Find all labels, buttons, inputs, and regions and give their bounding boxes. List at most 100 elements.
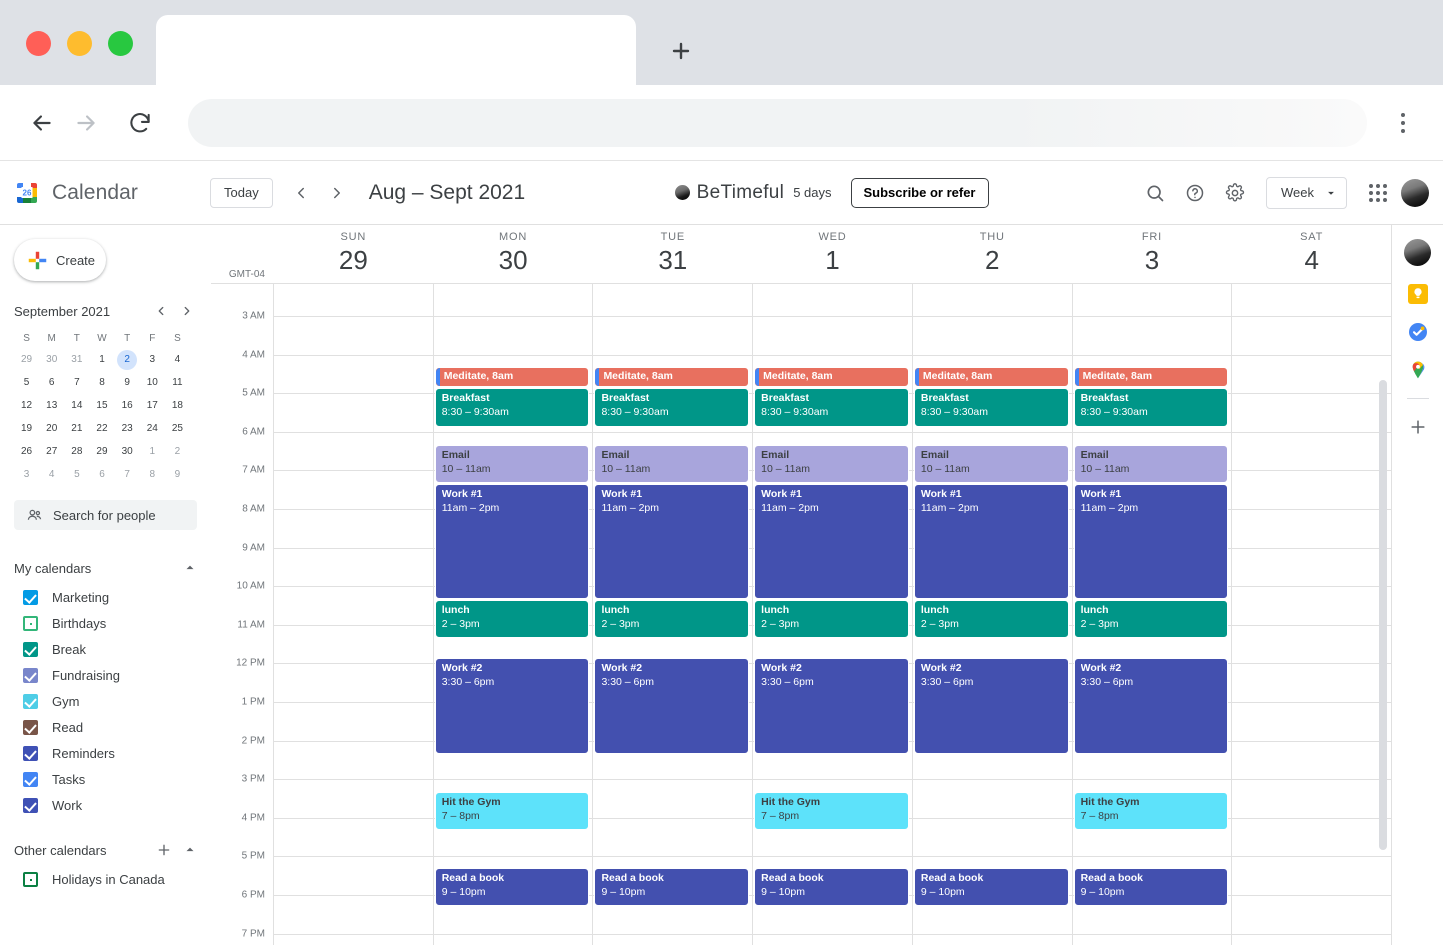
avatar[interactable] (1400, 178, 1429, 207)
calendar-item-fundraising[interactable]: Fundraising (0, 662, 211, 688)
calendar-item-read[interactable]: Read (0, 714, 211, 740)
mini-day-cell[interactable]: 21 (64, 417, 89, 440)
calendar-scroll-area[interactable]: 3 AM 4 AM 5 AM 6 AM 7 AM 8 AM 9 AM 10 AM 11 AM 12… (211, 283, 1391, 945)
calendar-event[interactable]: Read a book 9 – 10pm (754, 868, 909, 906)
calendar-event[interactable]: Meditate, 8am (434, 367, 590, 387)
calendar-item-gym[interactable]: Gym (0, 688, 211, 714)
day-column-mon[interactable]: Meditate, 8am Breakfast 8:30 – 9:30am Email… (432, 284, 593, 945)
mini-day-cell[interactable]: 24 (140, 417, 165, 440)
day-column-tue[interactable]: Meditate, 8am Breakfast 8:30 – 9:30am Email… (592, 284, 753, 945)
chevron-up-icon[interactable] (179, 839, 201, 861)
add-addon-icon[interactable] (1408, 417, 1428, 442)
calendar-event[interactable]: lunch 2 – 3pm (434, 600, 590, 638)
calendar-checkbox[interactable] (23, 871, 38, 887)
mini-day-cell[interactable]: 28 (64, 440, 89, 463)
calendar-event[interactable]: Email 10 – 11am (434, 445, 590, 483)
avatar[interactable] (1404, 239, 1431, 266)
mini-day-cell[interactable]: 30 (115, 440, 140, 463)
mini-day-cell[interactable]: 13 (39, 394, 64, 417)
mini-day-cell[interactable]: 22 (89, 417, 114, 440)
calendar-checkbox[interactable] (23, 771, 38, 787)
google-maps-icon[interactable] (1408, 360, 1428, 380)
day-header-fri[interactable]: FRI 3 (1072, 225, 1232, 283)
calendar-event[interactable]: Read a book 9 – 10pm (434, 868, 590, 906)
mini-day-cell[interactable]: 6 (39, 371, 64, 394)
mini-day-cell[interactable]: 3 (14, 463, 39, 486)
apps-grid-icon[interactable] (1361, 176, 1395, 210)
calendar-event[interactable]: Work #2 3:30 – 6pm (1073, 658, 1229, 754)
google-keep-icon[interactable] (1407, 284, 1428, 304)
calendar-item-birthdays[interactable]: Birthdays (0, 610, 211, 636)
vertical-scrollbar[interactable] (1379, 380, 1387, 937)
calendar-event[interactable]: Meditate, 8am (913, 367, 1069, 387)
help-icon[interactable] (1178, 176, 1212, 210)
add-other-calendar-icon[interactable] (153, 839, 175, 861)
browser-tab[interactable] (156, 15, 636, 85)
calendar-event[interactable]: lunch 2 – 3pm (1073, 600, 1229, 638)
calendar-event[interactable]: Meditate, 8am (1073, 367, 1229, 387)
google-tasks-icon[interactable] (1408, 322, 1428, 342)
day-header-mon[interactable]: MON 30 (433, 225, 593, 283)
day-column-wed[interactable]: Meditate, 8am Breakfast 8:30 – 9:30am Email… (752, 284, 912, 945)
calendar-event[interactable]: Breakfast 8:30 – 9:30am (594, 388, 750, 427)
mini-day-cell[interactable]: 6 (89, 463, 114, 486)
calendar-item-marketing[interactable]: Marketing (0, 584, 211, 610)
day-header-sun[interactable]: SUN 29 (273, 225, 433, 283)
mini-day-cell[interactable]: 3 (140, 348, 165, 371)
search-icon[interactable] (1138, 176, 1172, 210)
calendar-event[interactable]: Work #1 11am – 2pm (594, 484, 750, 599)
day-column-fri[interactable]: Meditate, 8am Breakfast 8:30 – 9:30am Email… (1071, 284, 1232, 945)
calendar-checkbox[interactable] (23, 693, 38, 709)
calendar-checkbox[interactable] (23, 745, 38, 761)
mini-day-cell[interactable]: 29 (14, 348, 39, 371)
calendar-event[interactable]: Work #2 3:30 – 6pm (754, 658, 909, 754)
mini-day-cell[interactable]: 5 (14, 371, 39, 394)
scrollbar-thumb[interactable] (1379, 380, 1387, 850)
gear-icon[interactable] (1218, 176, 1252, 210)
calendar-event[interactable]: lunch 2 – 3pm (594, 600, 750, 638)
mini-day-cell[interactable]: 1 (89, 348, 114, 371)
minimize-window-button[interactable] (67, 31, 92, 56)
mini-day-cell[interactable]: 5 (64, 463, 89, 486)
other-calendars-header[interactable]: Other calendars (0, 834, 211, 866)
mini-day-cell[interactable]: 9 (165, 463, 190, 486)
my-calendars-header[interactable]: My calendars (0, 552, 211, 584)
calendar-checkbox[interactable] (23, 797, 38, 813)
search-for-people-input[interactable]: Search for people (14, 500, 197, 530)
mini-day-cell[interactable]: 14 (64, 394, 89, 417)
calendar-event[interactable]: Breakfast 8:30 – 9:30am (754, 388, 909, 427)
mini-day-cell[interactable]: 19 (14, 417, 39, 440)
calendar-event[interactable]: Hit the Gym 7 – 8pm (434, 792, 590, 830)
mini-day-cell[interactable]: 27 (39, 440, 64, 463)
mini-day-cell[interactable]: 4 (165, 348, 190, 371)
today-button[interactable]: Today (210, 177, 273, 208)
day-header-thu[interactable]: THU 2 (912, 225, 1072, 283)
calendar-event[interactable]: Breakfast 8:30 – 9:30am (1073, 388, 1229, 427)
mini-day-cell[interactable]: 11 (165, 371, 190, 394)
calendar-checkbox[interactable] (23, 589, 38, 605)
calendar-event[interactable]: Hit the Gym 7 – 8pm (1073, 792, 1229, 830)
calendar-brand[interactable]: 26 Calendar (14, 180, 210, 206)
mini-calendar-prev-button[interactable] (149, 299, 173, 323)
mini-day-cell[interactable]: 8 (140, 463, 165, 486)
calendar-event[interactable]: Read a book 9 – 10pm (1073, 868, 1229, 906)
subscribe-or-refer-button[interactable]: Subscribe or refer (850, 177, 989, 208)
mini-day-cell[interactable]: 9 (115, 371, 140, 394)
new-tab-button[interactable] (660, 30, 702, 72)
other-calendar-item-holidays-in-canada[interactable]: Holidays in Canada (0, 866, 211, 892)
create-button[interactable]: Create (14, 239, 106, 281)
mini-day-cell[interactable]: 25 (165, 417, 190, 440)
mini-day-cell[interactable]: 31 (64, 348, 89, 371)
mini-day-cell[interactable]: 16 (115, 394, 140, 417)
next-week-button[interactable] (321, 177, 353, 209)
calendar-checkbox[interactable] (23, 719, 38, 735)
calendar-event[interactable]: Work #1 11am – 2pm (1073, 484, 1229, 599)
calendar-event[interactable]: Breakfast 8:30 – 9:30am (913, 388, 1069, 427)
mini-day-cell[interactable]: 12 (14, 394, 39, 417)
chevron-up-icon[interactable] (179, 557, 201, 579)
mini-day-cell[interactable]: 8 (89, 371, 114, 394)
kebab-menu-icon[interactable] (1383, 101, 1423, 145)
close-window-button[interactable] (26, 31, 51, 56)
calendar-event[interactable]: Work #1 11am – 2pm (754, 484, 909, 599)
mini-day-cell[interactable]: 26 (14, 440, 39, 463)
